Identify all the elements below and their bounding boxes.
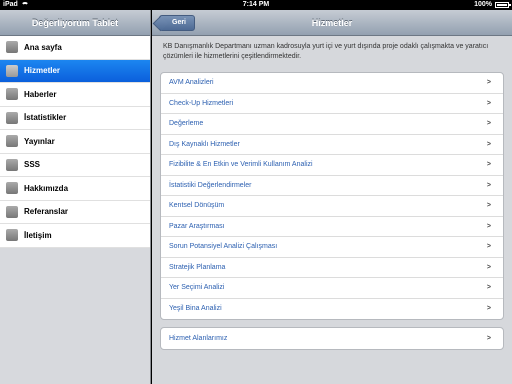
sidebar-item-label: Hakkımızda bbox=[24, 183, 69, 193]
list-item-label: Dış Kaynaklı Hizmetler bbox=[169, 140, 240, 148]
services-list: AVM Analizleri > Check-Up Hizmetleri > Değer… bbox=[160, 72, 504, 320]
sidebar-item[interactable]: İstatistikler bbox=[0, 107, 150, 130]
sidebar-item-label: Yayınlar bbox=[24, 136, 55, 146]
page-title: Hizmetler bbox=[311, 18, 353, 28]
chevron-right-icon: > bbox=[486, 243, 491, 251]
battery-percent: 100% bbox=[474, 1, 492, 8]
list-item-label: Pazar Araştırması bbox=[169, 222, 225, 230]
sidebar-item-label: Ana sayfa bbox=[24, 42, 62, 52]
clock: 7:14 PM bbox=[242, 1, 270, 8]
sidebar-item[interactable]: SSS bbox=[0, 154, 150, 177]
list-item[interactable]: Hizmet Alanlarımız > bbox=[161, 328, 503, 349]
chevron-right-icon: > bbox=[486, 79, 491, 87]
list-item-label: Yeşil Bina Analizi bbox=[169, 305, 222, 313]
chevron-right-icon: > bbox=[486, 284, 491, 292]
chevron-right-icon: > bbox=[486, 161, 491, 169]
sidebar-item[interactable]: Ana sayfa bbox=[0, 36, 150, 60]
list-item[interactable]: Yer Seçimi Analizi > bbox=[161, 278, 503, 299]
chevron-right-icon: > bbox=[486, 202, 491, 210]
sidebar-item-label: Referanslar bbox=[24, 207, 69, 217]
sidebar-item-label: İletişim bbox=[24, 230, 52, 240]
sidebar-item-label: İstatistikler bbox=[24, 113, 67, 123]
chevron-right-icon: > bbox=[486, 99, 491, 107]
sidebar: Değerliyorum Tablet Ana sayfa Hizmetler Ha… bbox=[0, 10, 151, 384]
menu-item-icon bbox=[6, 88, 18, 101]
menu-item-icon bbox=[6, 135, 18, 148]
chevron-right-icon: > bbox=[486, 222, 491, 230]
menu-item-icon bbox=[6, 64, 18, 77]
chevron-right-icon: > bbox=[486, 263, 491, 271]
list-item-label: AVM Analizleri bbox=[169, 79, 214, 87]
battery-icon bbox=[495, 1, 511, 8]
menu-item-icon bbox=[6, 182, 18, 195]
menu-item-icon bbox=[6, 41, 18, 54]
main-navbar: Hizmetler Geri bbox=[152, 10, 512, 36]
list-item-label: Sorun Potansiyel Analizi Çalışması bbox=[169, 243, 278, 251]
areas-list: Hizmet Alanlarımız > bbox=[160, 327, 504, 350]
list-item-label: Fizibilite & En Etkin ve Verimli Kullanı… bbox=[169, 161, 313, 169]
chevron-right-icon: > bbox=[486, 305, 491, 313]
status-bar: iPad 7:14 PM 100% bbox=[0, 0, 512, 10]
chevron-right-icon: > bbox=[486, 140, 491, 148]
list-item[interactable]: Stratejik Planlama > bbox=[161, 258, 503, 278]
intro-text: KB Danışmanlık Departmanı uzman kadrosuy… bbox=[163, 43, 489, 60]
list-item-label: Kentsel Dönüşüm bbox=[169, 202, 225, 210]
menu-item-icon bbox=[6, 229, 18, 242]
list-item-label: İstatistiki Değerlendirmeler bbox=[169, 181, 252, 189]
list-item[interactable]: AVM Analizleri > bbox=[161, 73, 503, 94]
sidebar-item-label: Hizmetler bbox=[24, 66, 61, 76]
sidebar-item[interactable]: Hakkımızda bbox=[0, 177, 150, 201]
list-item[interactable]: İstatistiki Değerlendirmeler > bbox=[161, 176, 503, 196]
sidebar-item-label: SSS bbox=[24, 160, 41, 170]
sidebar-item[interactable]: Yayınlar bbox=[0, 130, 150, 154]
back-button[interactable]: Geri bbox=[159, 15, 196, 31]
sidebar-item[interactable]: Referanslar bbox=[0, 201, 150, 224]
list-item[interactable]: Kentsel Dönüşüm > bbox=[161, 196, 503, 217]
main-panel: Hizmetler Geri KB Danışmanlık Departmanı… bbox=[152, 10, 512, 384]
menu-item-icon bbox=[6, 205, 18, 218]
list-item-label: Yer Seçimi Analizi bbox=[169, 284, 225, 292]
sidebar-list: Ana sayfa Hizmetler Haberler İstatistikler Y… bbox=[0, 36, 150, 248]
chevron-right-icon: > bbox=[486, 120, 491, 128]
list-item-label: Stratejik Planlama bbox=[169, 263, 226, 271]
list-item[interactable]: Sorun Potansiyel Analizi Çalışması > bbox=[161, 237, 503, 258]
list-item[interactable]: Check-Up Hizmetleri > bbox=[161, 94, 503, 114]
list-item-label: Değerleme bbox=[169, 120, 204, 128]
list-item[interactable]: Değerleme > bbox=[161, 114, 503, 135]
chevron-right-icon: > bbox=[486, 335, 491, 342]
sidebar-title: Değerliyorum Tablet bbox=[0, 10, 150, 36]
list-item[interactable]: Fizibilite & En Etkin ve Verimli Kullanı… bbox=[161, 155, 503, 176]
list-item-label: Check-Up Hizmetleri bbox=[169, 99, 234, 107]
list-item[interactable]: Pazar Araştırması > bbox=[161, 217, 503, 237]
list-item-label: Hizmet Alanlarımız bbox=[169, 335, 228, 342]
list-item[interactable]: Yeşil Bina Analizi > bbox=[161, 299, 503, 320]
sidebar-item-label: Haberler bbox=[24, 89, 57, 99]
sidebar-item[interactable]: İletişim bbox=[0, 224, 150, 248]
list-item[interactable]: Dış Kaynaklı Hizmetler > bbox=[161, 135, 503, 155]
sidebar-item[interactable]: Hizmetler bbox=[0, 59, 150, 83]
sidebar-item[interactable]: Haberler bbox=[0, 83, 150, 107]
menu-item-icon bbox=[6, 111, 18, 124]
chevron-right-icon: > bbox=[486, 181, 491, 189]
menu-item-icon bbox=[6, 158, 18, 171]
